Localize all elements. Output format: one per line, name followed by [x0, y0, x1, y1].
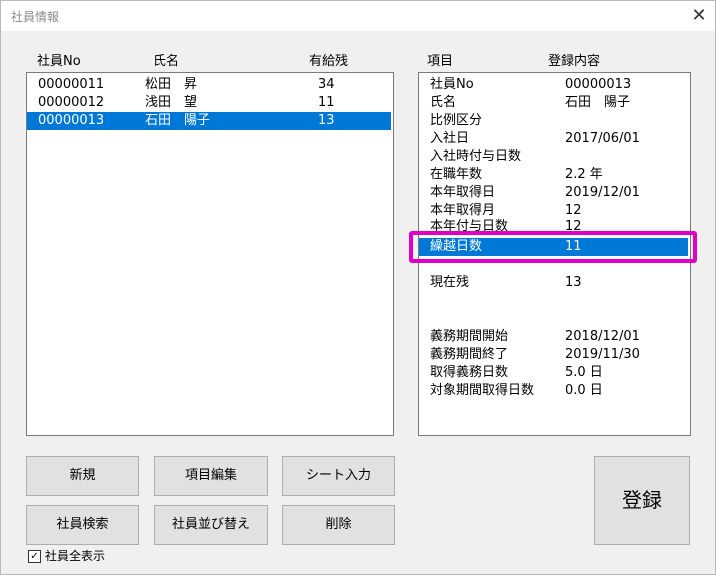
detail-label: 社員No: [430, 77, 474, 92]
detail-value: 00000013: [565, 77, 632, 92]
register-button[interactable]: 登録: [594, 456, 690, 545]
detail-value: 2017/06/01: [565, 131, 640, 146]
detail-value: 5.0 日: [565, 365, 603, 380]
column-header-name: 氏名: [153, 54, 180, 69]
detail-row[interactable]: 現在残 13: [419, 274, 688, 292]
employee-remaining: 11: [318, 95, 335, 110]
employee-name: 石田 陽子: [145, 113, 211, 128]
employee-info-dialog: 社員情報 ✕ 社員No 氏名 有給残 00000011 松田 昇 34 0000…: [0, 0, 716, 575]
detail-label: 本年取得日: [430, 185, 496, 200]
employee-remaining: 13: [318, 113, 335, 128]
employee-list[interactable]: 00000011 松田 昇 34 00000012 浅田 望 11 000000…: [26, 72, 394, 436]
show-all-employees-label[interactable]: 社員全表示: [45, 547, 105, 564]
detail-row[interactable]: 比例区分: [419, 112, 688, 130]
detail-row[interactable]: 社員No 00000013: [419, 76, 688, 94]
detail-label: 対象期間取得日数: [430, 383, 535, 398]
employee-name: 松田 昇: [145, 77, 198, 92]
detail-row[interactable]: [419, 310, 688, 328]
window-title: 社員情報: [11, 10, 60, 24]
employee-name: 浅田 望: [145, 95, 198, 110]
column-header-employee-no: 社員No: [37, 54, 81, 69]
detail-label: 入社時付与日数: [430, 149, 522, 164]
column-header-item: 項目: [427, 54, 454, 69]
employee-sort-button[interactable]: 社員並び替え: [154, 505, 268, 545]
detail-row[interactable]: 対象期間取得日数 0.0 日: [419, 382, 688, 400]
new-button[interactable]: 新規: [26, 456, 139, 496]
employee-no: 00000011: [38, 77, 105, 92]
detail-row[interactable]: 本年取得日 2019/12/01: [419, 184, 688, 202]
detail-row[interactable]: 入社時付与日数: [419, 148, 688, 166]
detail-value: 2.2 年: [565, 167, 603, 182]
close-icon[interactable]: ✕: [687, 4, 711, 28]
detail-value: 0.0 日: [565, 383, 603, 398]
detail-label: 取得義務日数: [430, 365, 509, 380]
column-header-registered-value: 登録内容: [548, 54, 601, 69]
show-all-employees-checkbox[interactable]: ✓: [28, 550, 41, 563]
employee-row[interactable]: 00000011 松田 昇 34: [27, 76, 391, 94]
detail-value: 2019/12/01: [565, 185, 640, 200]
title-bar: 社員情報 ✕: [1, 1, 715, 31]
employee-search-button[interactable]: 社員検索: [26, 505, 139, 545]
detail-value: 2018/12/01: [565, 329, 640, 344]
employee-no: 00000013: [38, 113, 105, 128]
detail-row[interactable]: [419, 292, 688, 310]
employee-no: 00000012: [38, 95, 105, 110]
detail-label: 義務期間終了: [430, 347, 509, 362]
edit-items-button[interactable]: 項目編集: [154, 456, 268, 496]
sheet-input-button[interactable]: シート入力: [282, 456, 395, 496]
detail-label: 現在残: [430, 275, 470, 290]
detail-label: 入社日: [430, 131, 470, 146]
detail-row[interactable]: 義務期間開始 2018/12/01: [419, 328, 688, 346]
detail-value: 石田 陽子: [565, 95, 631, 110]
detail-label: 氏名: [430, 95, 457, 110]
detail-row[interactable]: 取得義務日数 5.0 日: [419, 364, 688, 382]
detail-row[interactable]: 在職年数 2.2 年: [419, 166, 688, 184]
detail-row-partially-hidden[interactable]: 本年付与日数 12: [419, 218, 688, 232]
detail-value: 2019/11/30: [565, 347, 640, 362]
detail-row[interactable]: 義務期間終了 2019/11/30: [419, 346, 688, 364]
detail-label: 本年付与日数: [430, 219, 509, 232]
detail-label: 比例区分: [430, 113, 483, 128]
delete-button[interactable]: 削除: [282, 505, 395, 545]
detail-label: 在職年数: [430, 167, 483, 182]
detail-row[interactable]: 入社日 2017/06/01: [419, 130, 688, 148]
detail-value: 12: [565, 219, 582, 232]
employee-row[interactable]: 00000012 浅田 望 11: [27, 94, 391, 112]
detail-value: 13: [565, 275, 582, 290]
check-icon: ✓: [30, 551, 39, 562]
detail-label: 義務期間開始: [430, 329, 509, 344]
column-header-remaining-leave: 有給残: [309, 54, 349, 69]
highlight-annotation: [409, 231, 697, 263]
employee-row-selected[interactable]: 00000013 石田 陽子 13: [27, 112, 391, 130]
detail-row[interactable]: 氏名 石田 陽子: [419, 94, 688, 112]
employee-remaining: 34: [318, 77, 335, 92]
